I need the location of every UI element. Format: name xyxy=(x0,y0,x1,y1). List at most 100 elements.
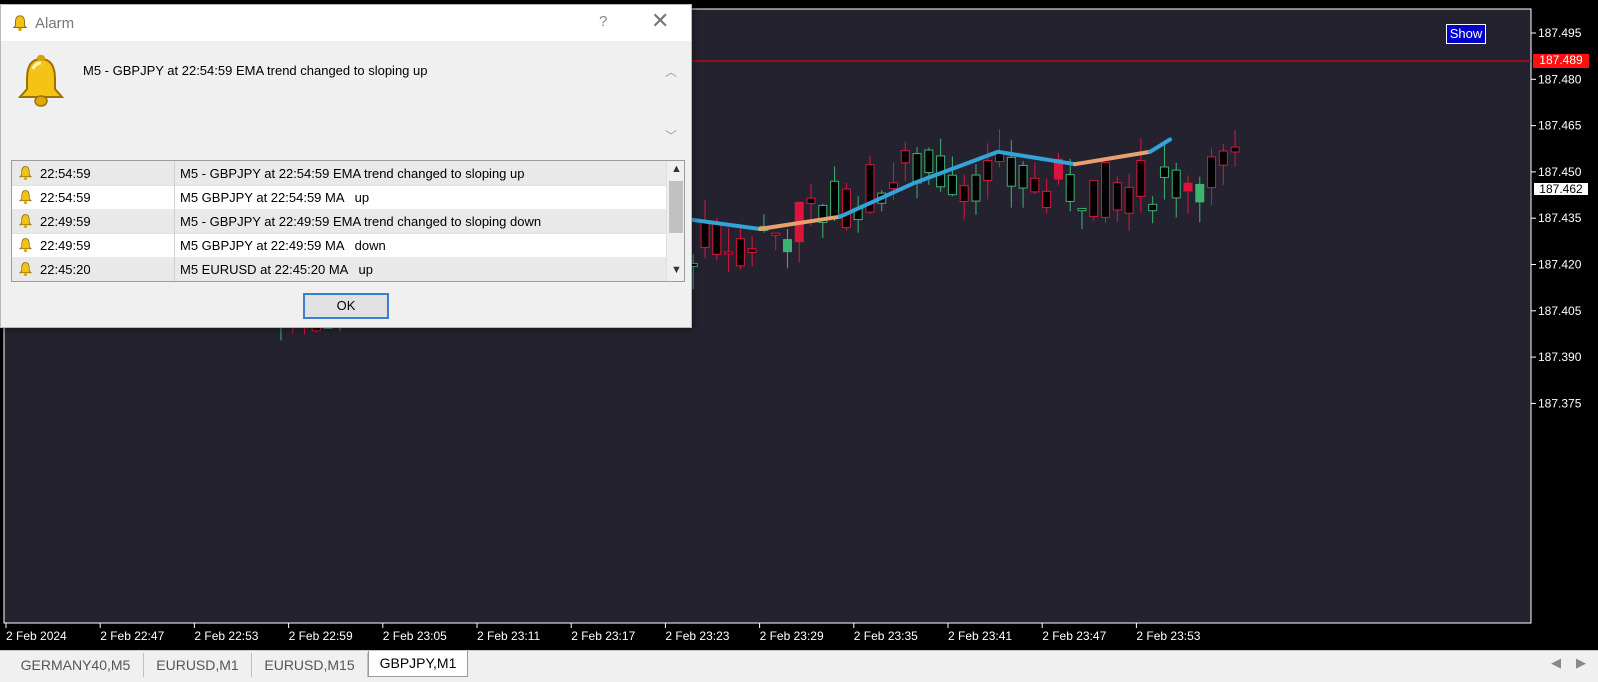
tab-germany40-m5[interactable]: GERMANY40,M5 xyxy=(8,653,144,677)
candle-body xyxy=(924,149,934,174)
time-tick-label: 2 Feb 23:53 xyxy=(1136,629,1200,643)
candle-body xyxy=(1065,174,1075,202)
candle-body xyxy=(1218,150,1228,166)
candle-body xyxy=(806,197,816,205)
candle-body xyxy=(889,182,898,189)
time-axis: 2 Feb 2024 2 Feb 22:47 2 Feb 22:53 2 Feb 22… xyxy=(5,623,1201,643)
list-item[interactable]: 22:49:59 M5 GBPJPY at 22:49:59 MA down xyxy=(12,233,666,258)
price-tick-label: 187.420 xyxy=(1538,258,1582,272)
candle-body xyxy=(1171,169,1181,199)
candle-body xyxy=(1148,203,1158,212)
candle-body xyxy=(747,248,757,253)
time-tick-label: 2 Feb 2024 xyxy=(6,629,67,643)
alarm-message: M5 - GBPJPY at 22:54:59 EMA trend change… xyxy=(83,63,428,78)
candle-body xyxy=(782,239,792,253)
bell-icon xyxy=(18,190,33,205)
alarm-time: 22:54:59 xyxy=(40,166,91,181)
candle-body xyxy=(700,220,710,248)
bell-icon xyxy=(12,15,28,32)
alarm-text: M5 - GBPJPY at 22:49:59 EMA trend change… xyxy=(180,214,542,229)
price-axis: 187.495 187.480 187.465 187.450 187.435 187.4… xyxy=(1531,26,1582,410)
alarm-text: M5 EURUSD at 22:45:20 MA up xyxy=(180,262,373,277)
chevron-up-icon[interactable]: ︿ xyxy=(665,63,677,80)
time-tick-label: 2 Feb 23:17 xyxy=(571,629,635,643)
alarm-time: 22:49:59 xyxy=(40,238,91,253)
tab-eurusd-m15[interactable]: EURUSD,M15 xyxy=(252,653,368,677)
candle-body xyxy=(1101,162,1111,218)
time-tick-label: 2 Feb 23:35 xyxy=(854,629,918,643)
time-tick-label: 2 Feb 22:59 xyxy=(289,629,353,643)
bell-icon xyxy=(17,55,65,107)
tab-gbpjpy-m1[interactable]: GBPJPY,M1 xyxy=(368,651,468,677)
time-tick-label: 2 Feb 23:41 xyxy=(948,629,1012,643)
current-price-tag: 187.462 xyxy=(1533,182,1589,196)
alarm-dialog: Alarm ? ✕ M5 - GBPJPY at 22:54:59 EMA tr… xyxy=(0,4,692,328)
candle-body xyxy=(735,238,745,267)
app-window: 187.495 187.480 187.465 187.450 187.435 187.4… xyxy=(0,0,1598,682)
tab-eurusd-m1[interactable]: EURUSD,M1 xyxy=(144,653,252,677)
list-item[interactable]: 22:54:59 M5 - GBPJPY at 22:54:59 EMA tre… xyxy=(12,161,666,186)
price-tick-label: 187.450 xyxy=(1538,165,1582,179)
help-button[interactable]: ? xyxy=(599,13,607,30)
alarm-text: M5 - GBPJPY at 22:54:59 EMA trend change… xyxy=(180,166,525,181)
candle-body xyxy=(841,188,851,229)
list-scrollbar[interactable]: ▲ ▼ xyxy=(666,161,684,281)
candle-body xyxy=(959,185,969,203)
alarm-time: 22:45:20 xyxy=(40,262,91,277)
price-tick-label: 187.495 xyxy=(1538,26,1582,40)
list-item[interactable]: 22:45:20 M5 EURUSD at 22:45:20 MA up xyxy=(12,257,666,281)
show-button[interactable]: Show xyxy=(1446,24,1486,44)
chart-tab-bar: GERMANY40,M5 EURUSD,M1 EURUSD,M15 GBPJPY… xyxy=(0,650,1598,682)
time-tick-label: 2 Feb 22:53 xyxy=(194,629,258,643)
candle-body xyxy=(724,251,734,255)
time-tick-label: 2 Feb 23:47 xyxy=(1042,629,1106,643)
tab-next-icon[interactable]: ▶ xyxy=(1576,655,1586,671)
candle-body xyxy=(1112,182,1122,211)
candle-body xyxy=(1089,180,1099,218)
list-item[interactable]: 22:49:59 M5 - GBPJPY at 22:49:59 EMA tre… xyxy=(12,209,666,234)
close-button[interactable]: ✕ xyxy=(651,9,669,33)
alert-price-tag: 187.489 xyxy=(1533,54,1589,68)
column-divider xyxy=(174,161,175,186)
price-tick-label: 187.465 xyxy=(1538,119,1582,133)
bell-icon xyxy=(18,166,33,181)
price-tick-label: 187.480 xyxy=(1538,72,1582,86)
candle-body xyxy=(1018,164,1028,189)
candle-body xyxy=(983,160,993,181)
candle-body xyxy=(1124,186,1134,214)
candle-body xyxy=(1077,207,1087,212)
candle-body xyxy=(1230,146,1240,153)
alarm-time: 22:49:59 xyxy=(40,214,91,229)
bell-icon xyxy=(18,262,33,277)
alarm-history-list[interactable]: 22:54:59 M5 - GBPJPY at 22:54:59 EMA tre… xyxy=(11,160,685,282)
candle-body xyxy=(1207,156,1217,189)
time-tick-label: 2 Feb 23:05 xyxy=(383,629,447,643)
candle-body xyxy=(1006,156,1016,187)
alarm-text: M5 GBPJPY at 22:54:59 MA up xyxy=(180,190,370,205)
candle-body xyxy=(1159,166,1169,178)
bell-icon xyxy=(18,238,33,253)
candle-body xyxy=(830,180,840,218)
alarm-time: 22:54:59 xyxy=(40,190,91,205)
column-divider xyxy=(174,233,175,258)
bell-icon xyxy=(18,214,33,229)
candle-body xyxy=(1195,183,1205,203)
time-tick-label: 2 Feb 23:11 xyxy=(477,629,540,643)
candle-body xyxy=(900,150,910,164)
candle-body xyxy=(1042,190,1052,208)
price-tick-label: 187.435 xyxy=(1538,211,1582,225)
candle-body xyxy=(947,174,957,196)
price-tick-label: 187.390 xyxy=(1538,350,1582,364)
tab-prev-icon[interactable]: ◀ xyxy=(1551,655,1561,671)
chevron-up-icon[interactable]: ▲ xyxy=(671,163,682,175)
list-item[interactable]: 22:54:59 M5 GBPJPY at 22:54:59 MA up xyxy=(12,185,666,210)
column-divider xyxy=(174,209,175,234)
candle-body xyxy=(712,223,722,255)
ok-button[interactable]: OK xyxy=(303,293,389,319)
column-divider xyxy=(174,257,175,281)
scrollbar-thumb[interactable] xyxy=(669,181,683,233)
chevron-down-icon[interactable]: ▼ xyxy=(671,264,682,276)
chevron-down-icon[interactable]: ﹀ xyxy=(665,127,677,144)
candle-body xyxy=(1030,177,1040,193)
alarm-titlebar[interactable]: Alarm ? ✕ xyxy=(1,5,691,41)
